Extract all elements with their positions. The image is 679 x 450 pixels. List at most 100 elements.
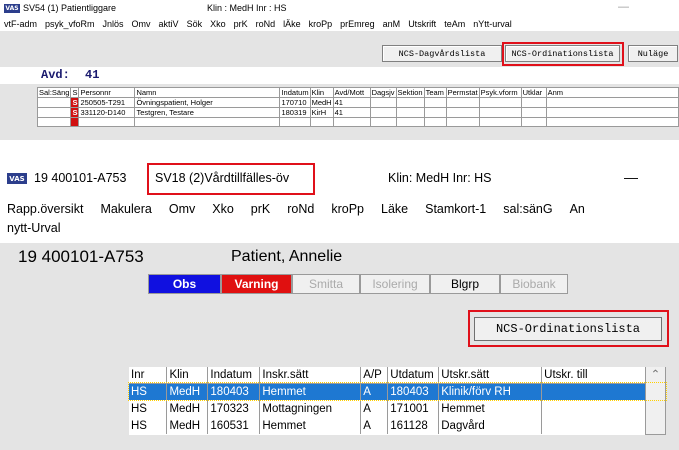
window-title: SV54 (1) Patientliggare <box>23 3 117 13</box>
obs-flag[interactable]: Obs <box>148 274 221 294</box>
cell-namn: Testgren, Testare <box>134 107 281 118</box>
vardtillfalle-grid: Inr Klin Indatum Inskr.sätt A/P Utdatum … <box>128 367 667 435</box>
cell-personnr: 250505-T291 <box>78 97 136 108</box>
cell-ap: A <box>360 400 389 417</box>
blgrp-flag[interactable]: Blgrp <box>430 274 500 294</box>
grid-header-row: Sal:Säng S Personnr Namn Indatum Klin Av… <box>36 87 679 98</box>
menu-item-rapp-oversikt[interactable]: Rapp.översikt <box>7 202 83 216</box>
smitta-flag[interactable]: Smitta <box>292 274 360 294</box>
menu-item-utskrift[interactable]: Utskrift <box>408 19 436 29</box>
scrollbar[interactable]: ⌃ <box>645 367 667 435</box>
cell-klin: MedH <box>166 383 209 400</box>
col-header[interactable]: Avd/Mott <box>332 87 371 98</box>
cell-klin: MedH <box>309 97 334 108</box>
menu-item-psyk-vform[interactable]: psyk_vfoRm <box>45 19 95 29</box>
col-header[interactable]: Indatum <box>207 367 261 384</box>
menu-item-sok[interactable]: Sök <box>187 19 203 29</box>
col-header[interactable]: Permstat <box>445 87 480 98</box>
menu-item-kropp[interactable]: kroPp <box>309 19 333 29</box>
menu-item-lake[interactable]: lÄke <box>283 19 301 29</box>
cell-inr: HS <box>129 417 168 434</box>
col-header[interactable]: Psyk.vform <box>478 87 522 98</box>
cell-utskr-till <box>541 383 646 400</box>
cell-avd: 41 <box>332 107 371 118</box>
menu-bar: vtF-adm psyk_vfoRm Jnlös Omv aktiV Sök X… <box>0 17 679 31</box>
col-header[interactable]: Inskr.sätt <box>259 367 362 384</box>
patientliggare-window: VAS SV54 (1) Patientliggare Klin : MedH … <box>0 0 679 140</box>
isolering-flag[interactable]: Isolering <box>360 274 430 294</box>
menu-item-sal-sang[interactable]: sal:sänG <box>503 202 552 216</box>
s-mark: S <box>70 107 80 118</box>
cell-inr: HS <box>129 383 168 400</box>
col-header[interactable]: Team <box>423 87 447 98</box>
cell-utdatum: 180403 <box>387 383 440 400</box>
patient-grid: Sal:Säng S Personnr Namn Indatum Klin Av… <box>36 87 679 127</box>
menu-item-premreg[interactable]: prEmreg <box>340 19 375 29</box>
menu-item-kropp[interactable]: kroPp <box>331 202 364 216</box>
menu-bar: Rapp.översikt Makulera Omv Xko prK roNd … <box>0 198 679 220</box>
table-row[interactable]: HS MedH 180403 Hemmet A 180403 Klinik/fö… <box>128 382 667 401</box>
minimize-icon[interactable]: — <box>618 1 629 13</box>
menu-item-omv[interactable]: Omv <box>169 202 195 216</box>
cell-utskr: Dagvård <box>438 417 543 434</box>
col-header[interactable]: Klin <box>166 367 209 384</box>
table-row[interactable]: S 331120-D140 Testgren, Testare 180319 K… <box>36 107 679 118</box>
menu-item-lake[interactable]: Läke <box>381 202 408 216</box>
menu-item-rond[interactable]: roNd <box>287 202 314 216</box>
col-header[interactable]: Personnr <box>78 87 136 98</box>
menu-item-omv[interactable]: Omv <box>132 19 151 29</box>
cell-ap: A <box>360 417 389 434</box>
cell-klin: MedH <box>166 400 209 417</box>
col-header[interactable]: Dagsjv <box>369 87 397 98</box>
col-header[interactable]: A/P <box>360 367 389 384</box>
window-klin-info: Klin: MedH Inr: HS <box>388 171 492 185</box>
highlight-box <box>147 163 315 195</box>
nulage-button[interactable]: Nuläge <box>628 45 678 62</box>
biobank-flag[interactable]: Biobank <box>500 274 568 294</box>
col-header[interactable]: Utskr. till <box>541 367 646 384</box>
patient-id: 19 400101-A753 <box>18 247 144 266</box>
varning-flag[interactable]: Varning <box>221 274 292 294</box>
col-header[interactable]: Sektion <box>395 87 425 98</box>
table-row[interactable] <box>36 117 679 127</box>
vas-app-icon: VAS <box>7 173 27 184</box>
menu-item-team[interactable]: teAm <box>444 19 465 29</box>
cell-indatum: 160531 <box>207 417 261 434</box>
col-header[interactable]: Namn <box>134 87 281 98</box>
cell-avd: 41 <box>332 97 371 108</box>
cell-utdatum: 171001 <box>387 400 440 417</box>
scroll-up-icon[interactable]: ⌃ <box>651 369 661 381</box>
window-title: 19 400101-A753 <box>34 171 127 185</box>
col-header[interactable]: S <box>70 87 80 98</box>
col-header[interactable]: Utskr.sätt <box>438 367 543 384</box>
col-header[interactable]: Utdatum <box>387 367 440 384</box>
menu-item-prk[interactable]: prK <box>234 19 248 29</box>
menu-item-rond[interactable]: roNd <box>256 19 276 29</box>
highlight-box <box>468 310 669 347</box>
col-header[interactable]: Inr <box>129 367 168 384</box>
menu-item-makulera[interactable]: Makulera <box>100 202 151 216</box>
menu-item-stamkort-1[interactable]: Stamkort-1 <box>425 202 486 216</box>
menu-item-nytt-urval[interactable]: nYtt-urval <box>473 19 512 29</box>
menu-item-jnlos[interactable]: Jnlös <box>103 19 124 29</box>
menu-item-vtf-adm[interactable]: vtF-adm <box>4 19 37 29</box>
menu-item-an[interactable]: An <box>570 202 585 216</box>
menu-item-nytt-urval[interactable]: nytt-Urval <box>7 221 60 235</box>
col-header[interactable]: Utklar <box>520 87 547 98</box>
col-header[interactable]: Anm <box>545 87 679 98</box>
ncs-dagvardslista-button[interactable]: NCS-Dagvårdslista <box>382 45 502 62</box>
menu-item-aktiv[interactable]: aktiV <box>159 19 179 29</box>
col-header[interactable]: Klin <box>309 87 334 98</box>
table-row[interactable]: HS MedH 160531 Hemmet A 161128 Dagvård <box>129 417 666 434</box>
cell-utdatum: 161128 <box>387 417 440 434</box>
cell-indatum: 170323 <box>207 400 261 417</box>
menu-item-xko[interactable]: Xko <box>210 19 226 29</box>
table-row[interactable]: HS MedH 170323 Mottagningen A 171001 Hem… <box>129 400 666 417</box>
menu-item-prk[interactable]: prK <box>251 202 270 216</box>
col-header[interactable]: Sal:Säng <box>36 87 72 98</box>
table-row[interactable]: S 250505-T291 Övningspatient, Holger 170… <box>36 97 679 108</box>
menu-item-anm[interactable]: anM <box>383 19 401 29</box>
minimize-icon[interactable]: — <box>624 169 638 185</box>
col-header[interactable]: Indatum <box>279 87 311 98</box>
menu-item-xko[interactable]: Xko <box>212 202 234 216</box>
